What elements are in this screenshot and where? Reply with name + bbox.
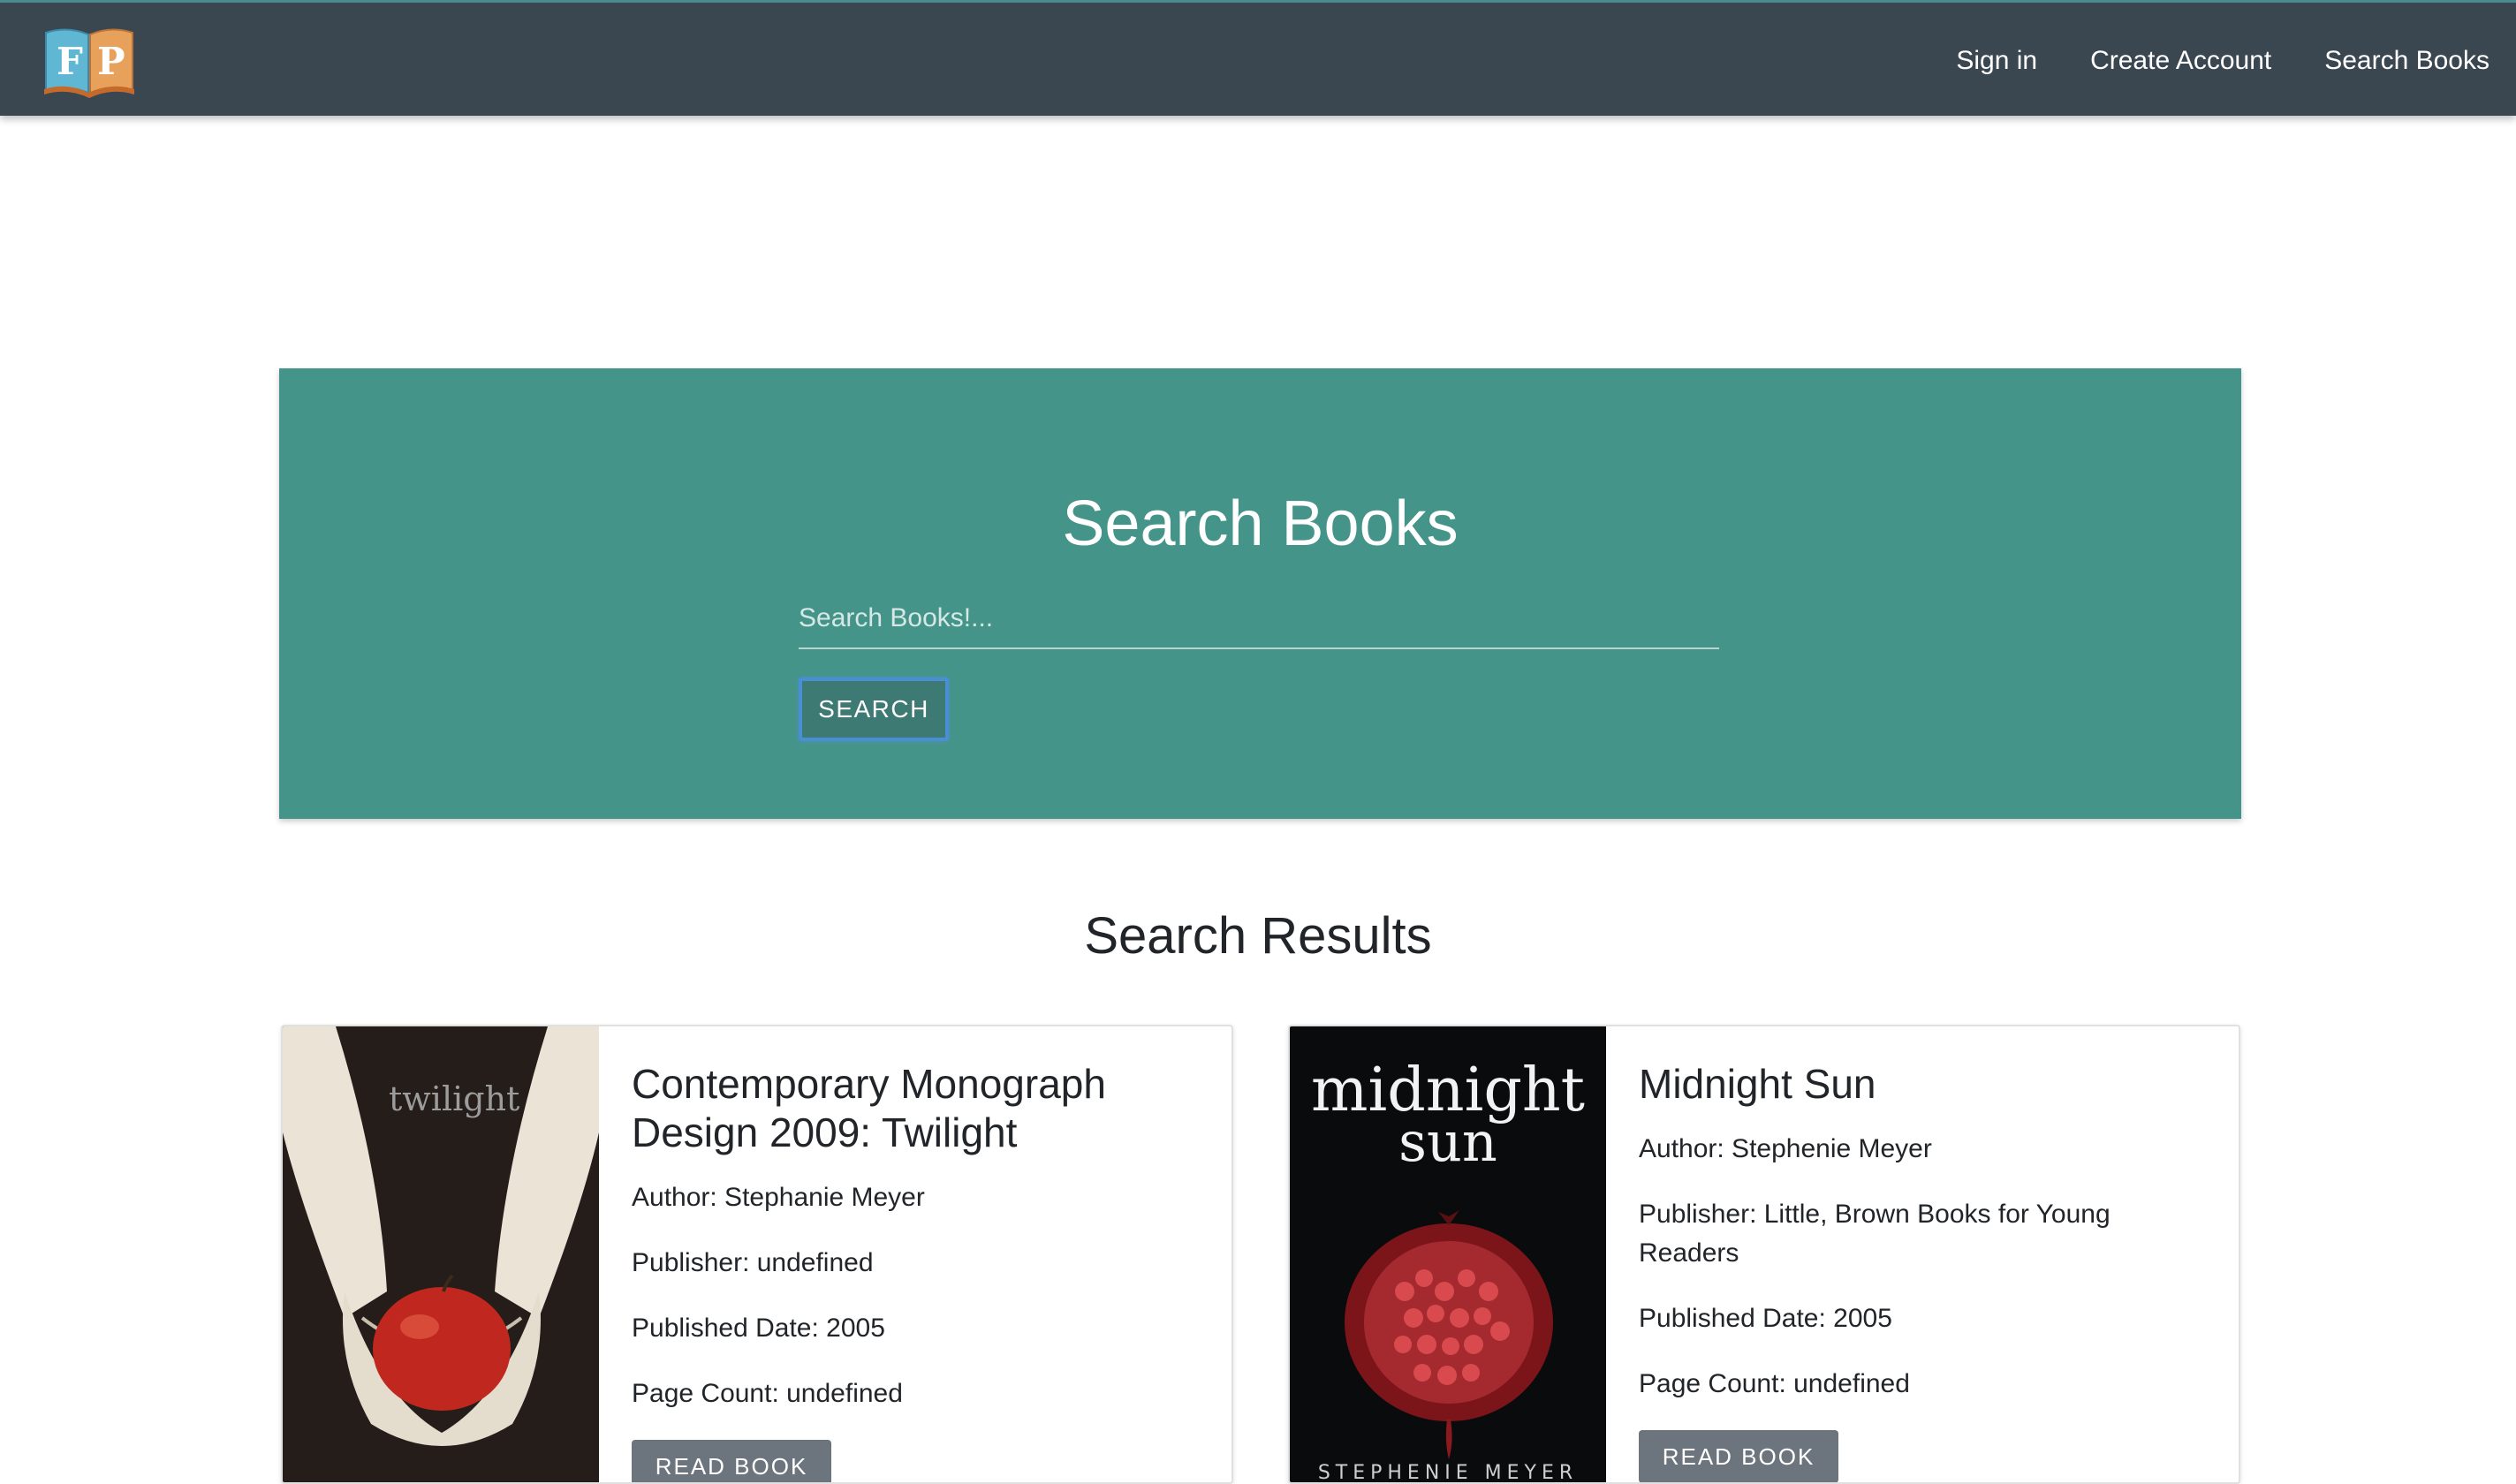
nav-create-account-link[interactable]: Create Account xyxy=(2090,46,2271,76)
nav-sign-in-link[interactable]: Sign in xyxy=(1956,46,2037,76)
book-publisher: Publisher: Little, Brown Books for Young… xyxy=(1639,1200,2111,1268)
cover-title-text: twilight xyxy=(389,1079,519,1118)
read-book-button[interactable]: READ BOOK xyxy=(1639,1430,1838,1482)
logo-book-icon[interactable]: F P xyxy=(42,24,136,98)
book-author: Author: Stephanie Meyer xyxy=(632,1183,925,1212)
navbar: F P Sign in Create Account Search Books xyxy=(0,0,2516,116)
book-author: Author: Stephenie Meyer xyxy=(1639,1134,1932,1163)
book-cover-twilight[interactable]: twilight xyxy=(283,1026,599,1484)
search-button[interactable]: SEARCH xyxy=(799,678,949,741)
nav-links: Sign in Create Account Search Books xyxy=(1956,3,2489,118)
book-cover-midnight-sun[interactable]: midnight sun STEPHENIE MEYER xyxy=(1290,1026,1606,1484)
book-card: twilight Contemporary Monograph Design 2… xyxy=(281,1025,1233,1484)
search-panel: Search Books SEARCH xyxy=(279,368,2241,819)
book-page-count: Page Count: undefined xyxy=(1639,1369,1910,1398)
book-card-body: Contemporary Monograph Design 2009: Twil… xyxy=(632,1060,1196,1482)
book-published-date: Published Date: 2005 xyxy=(1639,1304,1892,1333)
book-publisher: Publisher: undefined xyxy=(632,1248,874,1277)
logo-letter-p: P xyxy=(97,40,125,83)
book-title: Midnight Sun xyxy=(1639,1061,1876,1107)
book-card-body: Midnight Sun Author: Stephenie Meyer Pub… xyxy=(1639,1060,2203,1482)
read-book-button[interactable]: READ BOOK xyxy=(632,1440,831,1482)
search-input[interactable] xyxy=(799,589,1719,649)
logo-letter-f: F xyxy=(57,40,83,83)
search-title: Search Books xyxy=(1062,488,1459,559)
book-title: Contemporary Monograph Design 2009: Twil… xyxy=(632,1061,1106,1155)
nav-search-books-link[interactable]: Search Books xyxy=(2324,46,2489,76)
book-published-date: Published Date: 2005 xyxy=(632,1314,885,1343)
cover-author-text: STEPHENIE MEYER xyxy=(1318,1462,1578,1484)
book-card: midnight sun STEPHENIE MEYER Midnight Su… xyxy=(1288,1025,2240,1484)
cover-title-line-2: sun xyxy=(1398,1109,1497,1174)
results-title: Search Results xyxy=(1084,907,1432,965)
book-page-count: Page Count: undefined xyxy=(632,1379,903,1408)
